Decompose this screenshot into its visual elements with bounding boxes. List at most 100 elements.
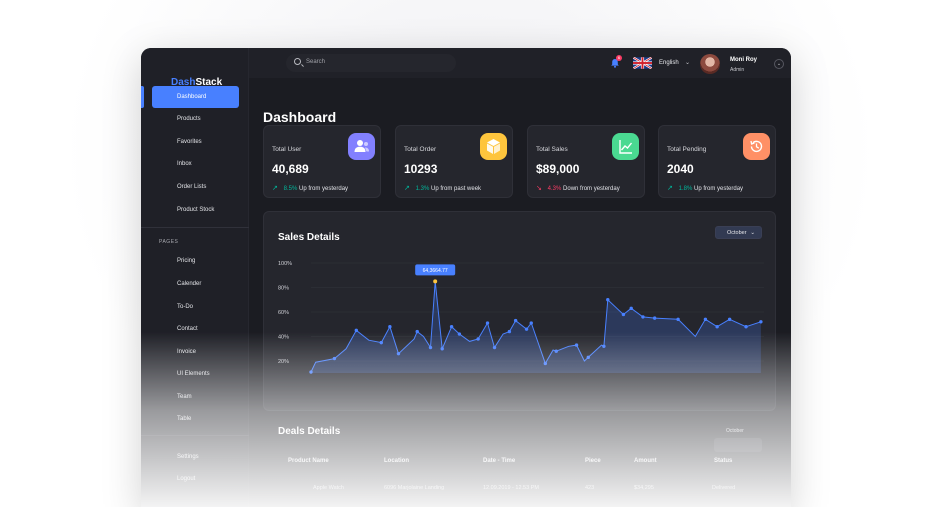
sidebar-item-favorites[interactable]: Favorites	[141, 131, 249, 153]
uk-flag-icon[interactable]	[633, 57, 652, 69]
sidebar-item-team[interactable]: Team	[141, 386, 249, 408]
y-tick-label: 40%	[278, 335, 289, 341]
data-point	[388, 325, 392, 329]
data-point	[727, 317, 732, 322]
sidebar-item-contact[interactable]: Contact	[141, 318, 249, 340]
sidebar-divider-bottom	[141, 435, 249, 436]
data-point	[485, 321, 490, 325]
active-indicator	[141, 86, 144, 108]
deal-status: Delivered	[712, 485, 736, 491]
data-point	[309, 370, 313, 374]
data-point	[492, 345, 497, 350]
sidebar-item-dashboard[interactable]: Dashboard	[152, 86, 239, 108]
y-tick-label: 20%	[278, 359, 289, 365]
deals-header-product: Product Name	[288, 458, 329, 464]
stat-trend-text: Up from past week	[431, 186, 482, 192]
deal-product: Apple Watch	[313, 485, 344, 491]
profile-menu-chevron-icon[interactable]: ⌄	[774, 59, 784, 69]
highlight-point	[433, 279, 438, 284]
data-point	[332, 356, 337, 361]
sidebar-item-invoice[interactable]: Invoice	[141, 341, 249, 363]
sidebar-item-product-stock[interactable]: Product Stock	[141, 199, 249, 221]
data-point	[715, 325, 719, 329]
language-selector[interactable]: English	[659, 60, 679, 66]
user-name: Moni Roy	[730, 57, 757, 63]
deal-piece: 423	[585, 485, 595, 491]
tooltip-label: 64,3664.77	[423, 268, 448, 274]
stat-trend: ↗ 1.8% Up from yesterday	[667, 184, 743, 192]
search-placeholder: Search	[306, 59, 326, 65]
deal-date: 12.09.2019 - 12.53 PM	[483, 485, 539, 491]
data-point	[379, 340, 383, 345]
stat-trend: ↗ 1.3% Up from past week	[404, 184, 481, 192]
stat-value: 10293	[404, 162, 438, 176]
stat-percent: 4.3%	[547, 186, 562, 192]
page-title: Dashboard	[263, 109, 337, 125]
page: DashStack Dashboard Products Favorites I…	[0, 0, 930, 507]
users-icon	[348, 133, 375, 160]
data-point	[476, 337, 480, 341]
data-point	[554, 349, 558, 353]
chevron-down-icon[interactable]: ⌄	[685, 59, 690, 66]
deal-amount: $34,295	[634, 485, 654, 491]
data-point	[586, 355, 590, 360]
data-point	[621, 312, 626, 317]
sidebar-item-logout[interactable]: Logout	[141, 468, 249, 490]
sidebar-section-label: PAGES	[159, 239, 179, 245]
data-point	[524, 327, 529, 331]
sales-chart: 20%40%60%80%100%5k10k15k20k25k30k35k40k4…	[278, 261, 764, 374]
search-input[interactable]: Search	[286, 54, 456, 72]
y-tick-label: 100%	[278, 261, 292, 267]
data-point	[652, 316, 657, 320]
app-window: DashStack Dashboard Products Favorites I…	[141, 48, 791, 507]
deals-header-amount: Amount	[634, 458, 657, 464]
stat-trend-text: Down from yesterday	[563, 186, 620, 192]
notification-badge: 6	[616, 55, 622, 61]
sidebar-item-ui-elements[interactable]: UI Elements	[141, 363, 249, 385]
trending-up-icon: ↗	[404, 185, 410, 192]
data-point	[629, 306, 633, 311]
avatar[interactable]	[700, 54, 720, 74]
sidebar-item-calender[interactable]: Calender	[141, 273, 249, 295]
deals-month-label: October	[726, 428, 744, 434]
deals-header-location: Location	[384, 458, 409, 464]
sidebar: DashStack Dashboard Products Favorites I…	[141, 48, 249, 507]
stat-label: Total User	[272, 146, 302, 153]
data-point	[513, 318, 518, 323]
sidebar-item-todo[interactable]: To-Do	[141, 296, 249, 318]
data-point	[602, 344, 606, 348]
data-point	[440, 347, 444, 351]
data-point	[396, 351, 401, 356]
trending-down-icon: ↘	[536, 185, 542, 192]
data-point	[543, 361, 548, 366]
stat-trend-text: Up from yesterday	[299, 186, 349, 192]
series-area	[311, 281, 761, 373]
stat-value: 40,689	[272, 162, 309, 176]
data-point	[457, 332, 462, 336]
data-point	[606, 298, 610, 302]
stat-label: Total Order	[404, 146, 437, 153]
stat-trend: ↘ 4.3% Down from yesterday	[536, 184, 620, 192]
stat-label: Total Pending	[667, 146, 707, 153]
data-point	[676, 317, 680, 322]
topbar: Search 6 English ⌄ Moni Roy Admin ⌄	[249, 48, 791, 78]
data-point	[703, 317, 708, 322]
sidebar-item-order-lists[interactable]: Order Lists	[141, 176, 249, 198]
stat-trend-text: Up from yesterday	[694, 186, 744, 192]
stat-card-total-pending: Total Pending 2040 ↗ 1.8% Up from yester…	[658, 125, 776, 198]
sidebar-item-settings[interactable]: Settings	[141, 446, 249, 468]
sidebar-item-inbox[interactable]: Inbox	[141, 153, 249, 175]
data-point	[641, 315, 645, 319]
data-point	[759, 320, 763, 324]
stat-card-total-user: Total User 40,689 ↗ 8.5% Up from yesterd…	[263, 125, 381, 198]
sidebar-item-table[interactable]: Table	[141, 408, 249, 430]
stat-percent: 8.5%	[283, 186, 298, 192]
deals-month-select[interactable]	[714, 438, 762, 452]
sidebar-item-products[interactable]: Products	[141, 108, 249, 130]
y-tick-label: 60%	[278, 310, 289, 316]
stat-label: Total Sales	[536, 146, 568, 153]
sales-details-panel: Sales Details October ⌄ 20% 40% 60% 80% 100%…	[263, 211, 776, 411]
data-point	[574, 343, 579, 347]
sidebar-divider	[141, 227, 249, 228]
sidebar-item-pricing[interactable]: Pricing	[141, 250, 249, 272]
